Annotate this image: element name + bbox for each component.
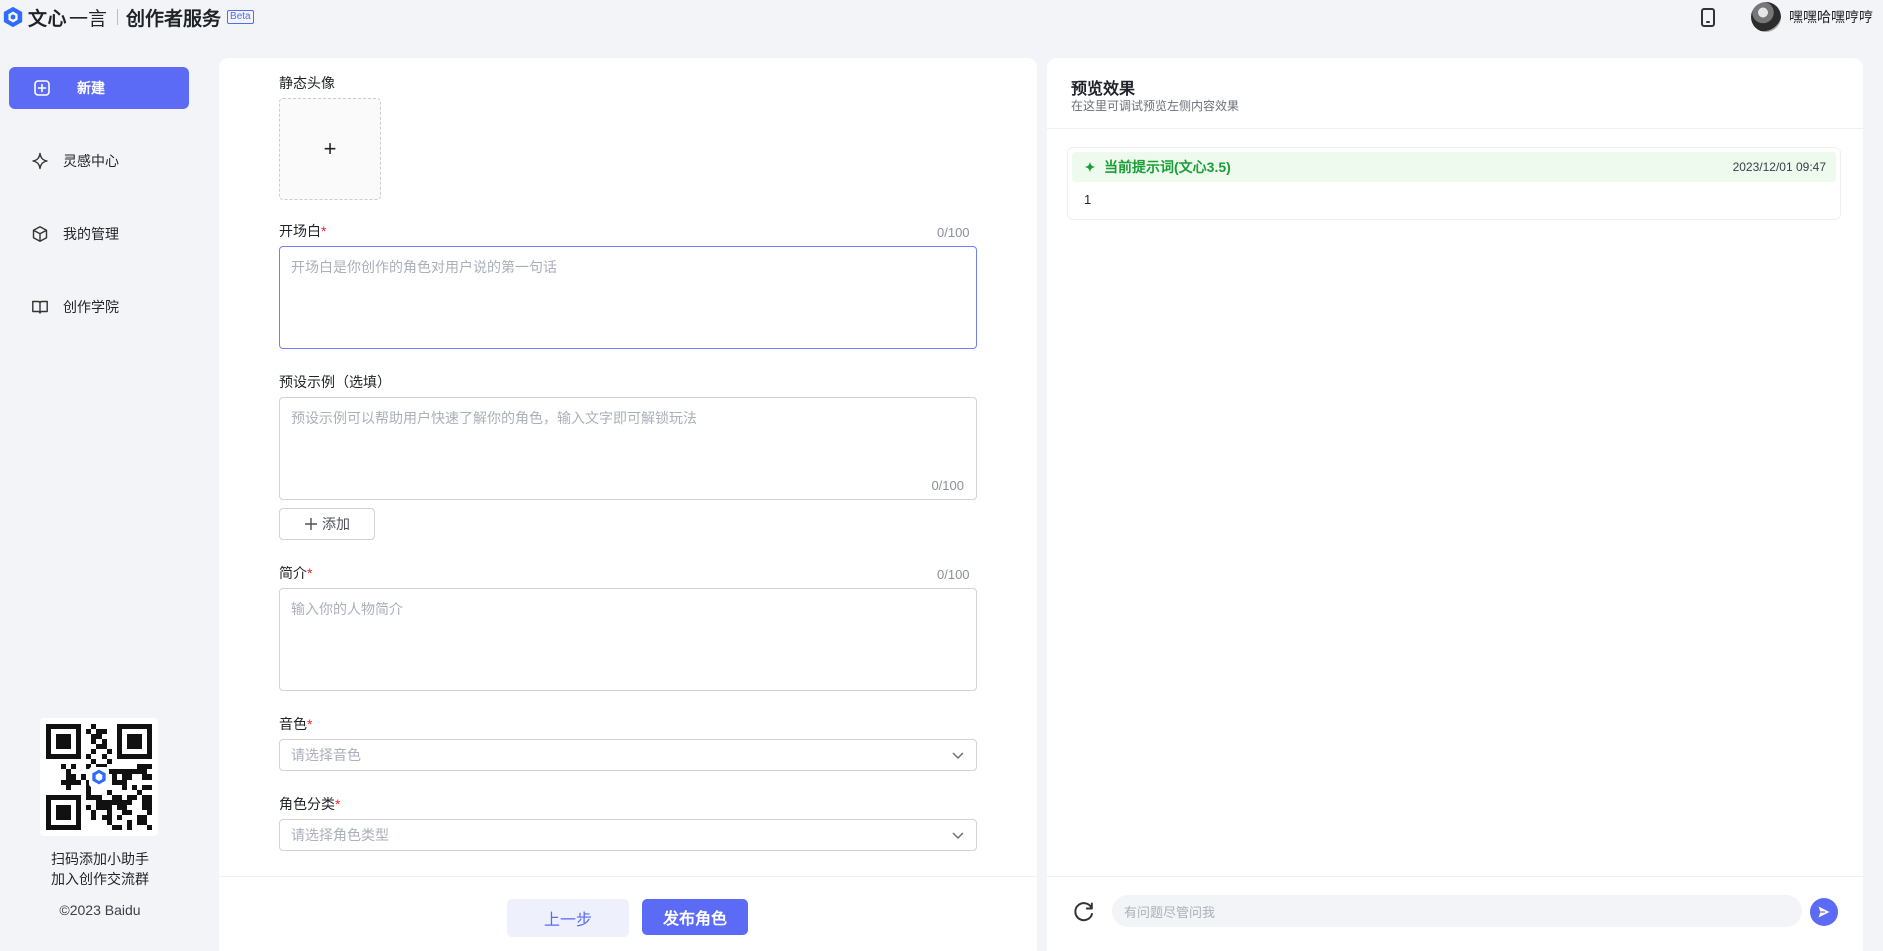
previous-step-button[interactable]: 上一步 — [507, 899, 629, 937]
required-mark: * — [321, 223, 327, 239]
username[interactable]: 嘿嘿哈嘿哼哼 — [1789, 7, 1873, 27]
refresh-icon[interactable] — [1071, 899, 1097, 925]
sidebar-item-academy[interactable]: 创作学院 — [9, 286, 189, 328]
qr-code-pattern — [46, 724, 152, 830]
voice-label: 音色* — [279, 716, 313, 732]
prompt-card: 当前提示词(文心3.5) 2023/12/01 09:47 1 — [1067, 147, 1841, 220]
plus-square-icon — [33, 79, 51, 97]
qr-caption-line1: 扫码添加小助手 — [51, 851, 149, 867]
examples-textarea[interactable]: 预设示例可以帮助用户快速了解你的角色，输入文字即可解锁玩法 0/100 — [279, 397, 977, 500]
sparkle-icon — [31, 152, 49, 170]
sidebar-item-label: 我的管理 — [63, 226, 119, 242]
voice-placeholder: 请选择音色 — [291, 747, 361, 763]
sidebar-item-label: 灵感中心 — [63, 153, 119, 169]
add-example-label: 添加 — [322, 516, 350, 532]
chat-input-placeholder: 有问题尽管问我 — [1124, 904, 1216, 920]
brand-divider — [117, 9, 119, 25]
examples-placeholder: 预设示例可以帮助用户快速了解你的角色，输入文字即可解锁玩法 — [291, 410, 697, 426]
sidebar-item-label: 新建 — [77, 80, 105, 96]
avatar-upload-button[interactable]: + — [279, 98, 381, 200]
greeting-label: 开场白* — [279, 223, 327, 239]
qr-caption-line2: 加入创作交流群 — [51, 871, 149, 887]
qr-logo-icon — [89, 767, 109, 787]
category-placeholder: 请选择角色类型 — [291, 827, 389, 843]
chevron-down-icon — [952, 832, 964, 840]
preview-subtitle: 在这里可调试预览左侧内容效果 — [1071, 99, 1240, 113]
examples-counter: 0/100 — [931, 478, 964, 493]
preview-title: 预览效果 — [1071, 81, 1136, 98]
book-icon — [31, 298, 49, 316]
intro-textarea[interactable]: 输入你的人物简介 — [279, 588, 977, 691]
greeting-counter: 0/100 — [937, 225, 970, 240]
beta-badge: Beta — [227, 10, 254, 24]
form-footer: 上一步 发布角色 — [219, 876, 1037, 951]
brand-name: 文心 — [28, 8, 68, 30]
avatar-label: 静态头像 — [279, 75, 335, 91]
sidebar-item-new[interactable]: 新建 — [9, 67, 189, 109]
greeting-placeholder: 开场白是你创作的角色对用户说的第一句话 — [291, 259, 557, 275]
brand[interactable]: 文心 一言 创作者服务 Beta — [0, 4, 254, 31]
brand-name-light: 一言 — [69, 8, 108, 30]
required-mark: * — [307, 716, 313, 732]
chat-input[interactable]: 有问题尽管问我 — [1112, 895, 1802, 927]
add-example-button[interactable]: 添加 — [279, 508, 375, 540]
prompt-timestamp: 2023/12/01 09:47 — [1732, 160, 1826, 174]
top-header: 文心 一言 创作者服务 Beta 嘿嘿哈嘿哼哼 — [0, 0, 1883, 34]
prompt-title: 当前提示词(文心3.5) — [1104, 159, 1231, 175]
sidebar: 新建 灵感中心 我的管理 创作学院 扫码添加小助手 加入创作交流群 ©2023 … — [0, 34, 200, 951]
category-select[interactable]: 请选择角色类型 — [279, 819, 977, 851]
required-mark: * — [335, 796, 341, 812]
chevron-down-icon — [952, 752, 964, 760]
wenxin-logo-icon — [3, 6, 23, 28]
cube-icon — [31, 225, 49, 243]
plus-icon: + — [323, 136, 337, 161]
examples-label: 预设示例（选填） — [279, 374, 391, 390]
publish-role-button[interactable]: 发布角色 — [642, 899, 748, 935]
copyright: ©2023 Baidu — [59, 902, 141, 918]
mobile-icon[interactable] — [1701, 7, 1715, 27]
voice-select[interactable]: 请选择音色 — [279, 739, 977, 771]
divider — [1047, 128, 1863, 129]
required-mark: * — [307, 565, 313, 581]
greeting-textarea[interactable]: 开场白是你创作的角色对用户说的第一句话 — [279, 246, 977, 349]
prompt-body: 1 — [1084, 192, 1092, 207]
intro-label: 简介* — [279, 565, 313, 581]
preview-panel: 预览效果 在这里可调试预览左侧内容效果 当前提示词(文心3.5) 2023/12… — [1047, 58, 1863, 951]
sidebar-item-label: 创作学院 — [63, 299, 119, 315]
sidebar-item-inspiration[interactable]: 灵感中心 — [9, 140, 189, 182]
sparkle-icon — [1084, 161, 1096, 173]
chat-bar: 有问题尽管问我 — [1047, 876, 1863, 951]
role-form-panel: 静态头像 + 开场白* 0/100 开场白是你创作的角色对用户说的第一句话 预设… — [219, 58, 1037, 951]
avatar[interactable] — [1751, 2, 1781, 32]
prompt-card-header: 当前提示词(文心3.5) 2023/12/01 09:47 — [1072, 152, 1836, 182]
send-icon — [1818, 906, 1830, 918]
sidebar-item-management[interactable]: 我的管理 — [9, 213, 189, 255]
plus-icon — [305, 518, 317, 530]
user-area: 嘿嘿哈嘿哼哼 — [1701, 0, 1873, 34]
product-name: 创作者服务 — [126, 8, 222, 30]
send-button[interactable] — [1810, 898, 1838, 926]
intro-placeholder: 输入你的人物简介 — [291, 601, 403, 617]
qr-code — [40, 718, 158, 836]
category-label: 角色分类* — [279, 796, 341, 812]
intro-counter: 0/100 — [937, 567, 970, 582]
